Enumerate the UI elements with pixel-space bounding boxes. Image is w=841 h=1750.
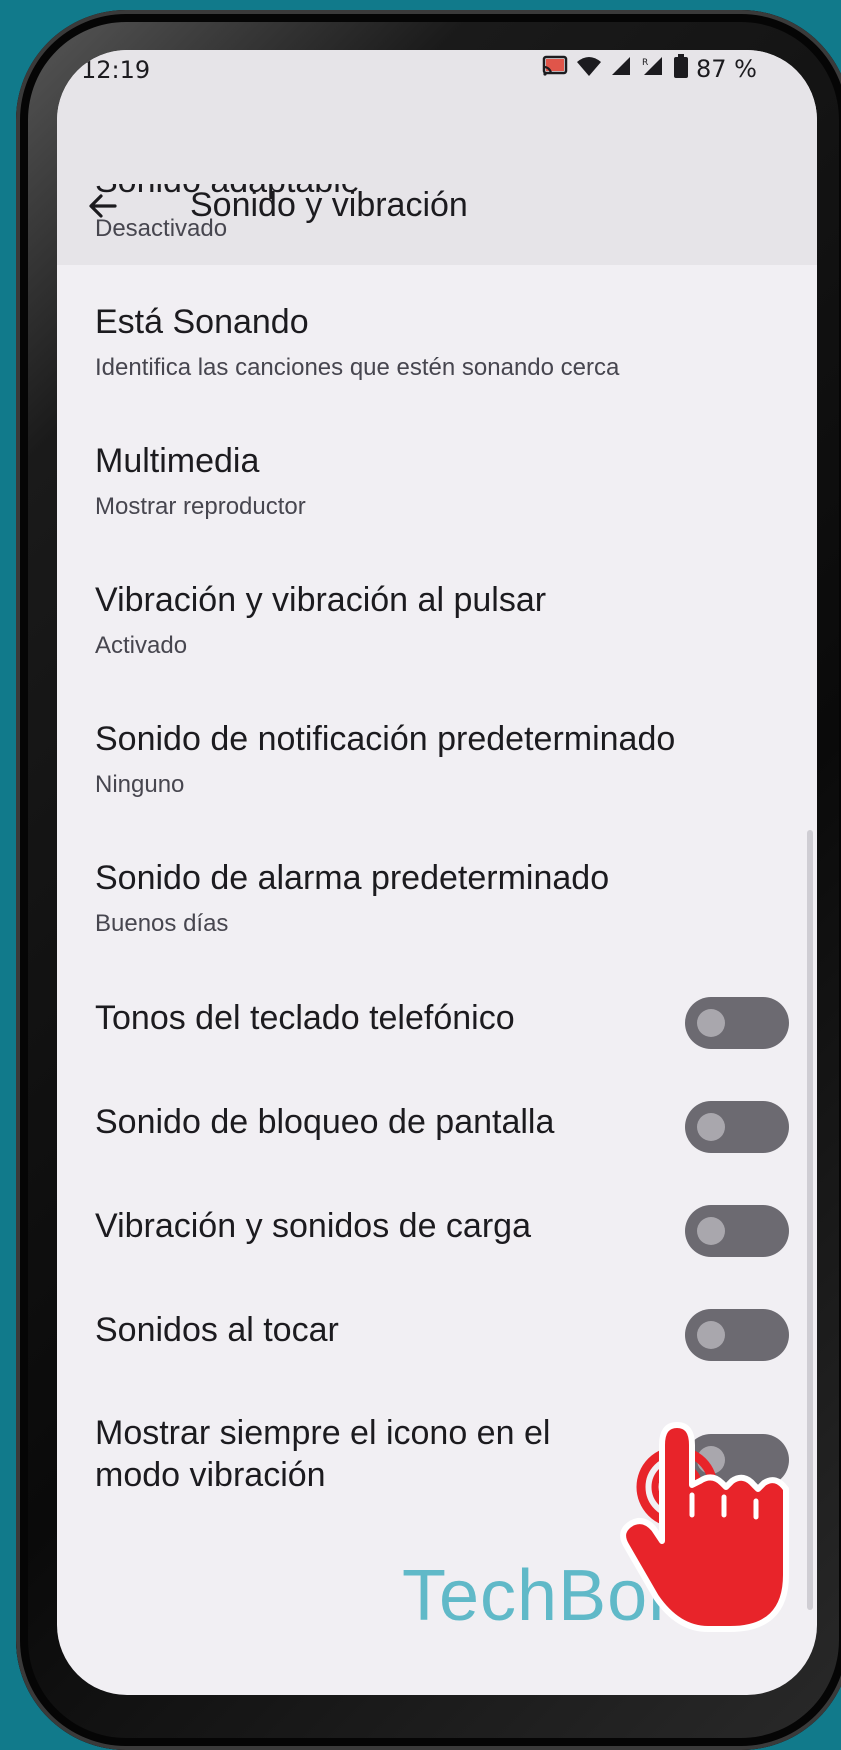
- list-item-subtitle: Mostrar reproductor: [95, 493, 306, 520]
- toggle-row-label: Tonos del teclado telefónico: [95, 999, 515, 1037]
- switch-thumb: [697, 1217, 725, 1245]
- switch-screen-lock-sound[interactable]: [685, 1101, 789, 1153]
- list-item-subtitle: Activado: [95, 632, 188, 659]
- switch-dial-pad-tones[interactable]: [685, 997, 789, 1049]
- switch-touch-sounds[interactable]: [685, 1309, 789, 1361]
- switch-thumb: [697, 1321, 725, 1349]
- switch-charging-sounds[interactable]: [685, 1205, 789, 1257]
- toggle-row-label: Sonido de bloqueo de pantalla: [95, 1103, 555, 1141]
- toggle-row-label-line2: modo vibración: [95, 1456, 326, 1494]
- list-item-title: Vibración y vibración al pulsar: [95, 581, 547, 619]
- wifi-icon: [576, 55, 602, 82]
- list-item-subtitle: Buenos días: [95, 910, 229, 937]
- switch-thumb: [697, 1113, 725, 1141]
- list-item-subtitle: Desactivado: [95, 215, 228, 242]
- list-item-title: Multimedia: [95, 442, 260, 480]
- list-item-title: Está Sonando: [95, 303, 309, 341]
- list-item-subtitle: Identifica las canciones que estén sonan…: [95, 354, 620, 381]
- list-item-subtitle: Ninguno: [95, 771, 185, 798]
- toggle-row-label-line1: Mostrar siempre el icono en el: [95, 1414, 551, 1452]
- list-item-title: Sonido de notificación predeterminado: [95, 720, 676, 758]
- battery-percentage: 87 %: [696, 54, 757, 83]
- status-time: 12:19: [81, 56, 151, 84]
- svg-text:R: R: [642, 58, 648, 68]
- tap-pointer-icon: [620, 1385, 841, 1665]
- cast-icon: [542, 55, 568, 82]
- switch-thumb: [697, 1009, 725, 1037]
- status-bar: 12:19 R 87 %: [57, 50, 817, 140]
- list-item-title: Sonido de alarma predeterminado: [95, 859, 610, 897]
- toggle-row-label: Vibración y sonidos de carga: [95, 1207, 531, 1245]
- signal-roaming-icon: R: [640, 55, 666, 82]
- signal-icon: [610, 55, 632, 82]
- battery-icon: [674, 54, 689, 83]
- status-icons: R 87 %: [542, 54, 757, 83]
- toggle-row-label: Sonidos al tocar: [95, 1311, 339, 1349]
